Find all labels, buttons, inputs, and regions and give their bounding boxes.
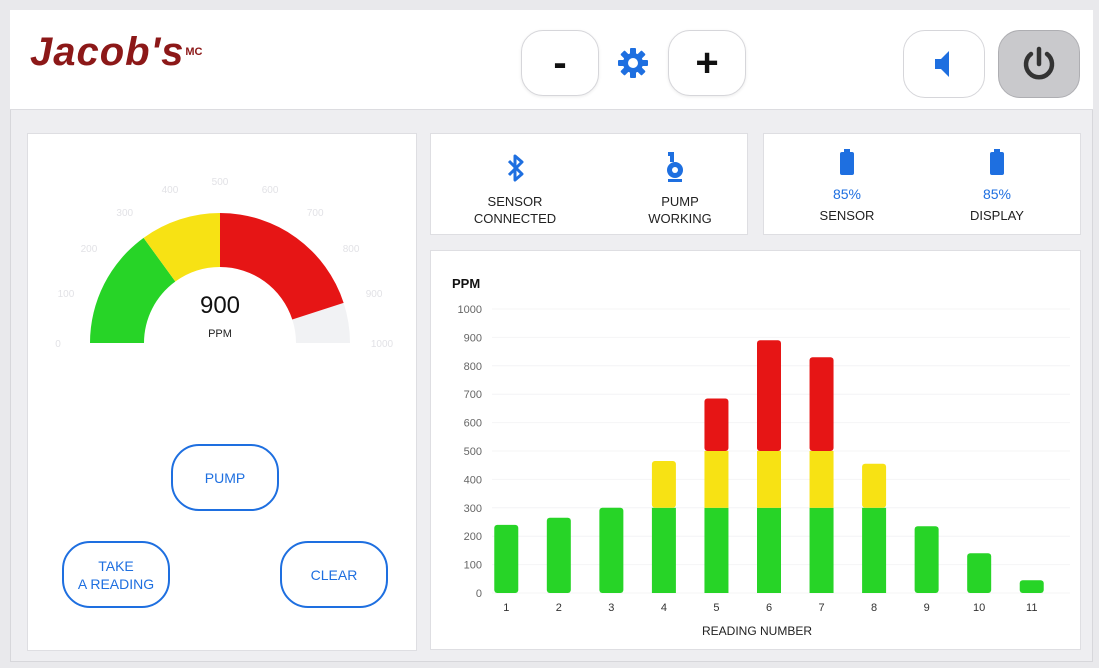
- increase-label: +: [695, 40, 719, 85]
- chart-bar-segment: [757, 507, 781, 593]
- chart-x-tick: 3: [608, 602, 614, 614]
- gauge-scale-label: 100: [58, 289, 75, 300]
- gauge-scale-label: 900: [366, 289, 383, 300]
- chart-x-tick: 2: [556, 602, 562, 614]
- gauge-scale-label: 1000: [371, 339, 394, 350]
- chart-bar-segment: [914, 526, 939, 593]
- chart-bar-segment: [494, 524, 519, 593]
- chart-y-tick: 100: [464, 560, 482, 572]
- power-button[interactable]: [998, 30, 1080, 98]
- pump-button[interactable]: PUMP: [171, 444, 279, 511]
- chart-x-tick: 10: [973, 602, 985, 614]
- gauge-scale-label: 500: [212, 177, 229, 188]
- chart-bar-segment: [704, 398, 729, 451]
- sound-button[interactable]: [903, 30, 985, 98]
- chart-y-tick: 500: [464, 446, 482, 458]
- clear-button[interactable]: CLEAR: [280, 541, 388, 608]
- brand-logo: Jacob'sMC: [30, 30, 202, 75]
- increase-button[interactable]: +: [668, 30, 746, 96]
- ppm-bar-chart: PPM 0 100 200 300 400 500 600 700 800 900 1000 1 2 3…: [452, 276, 1070, 638]
- chart-y-tick: 600: [464, 418, 482, 430]
- chart-x-tick: 5: [713, 602, 719, 614]
- chart-bar-segment: [862, 463, 887, 508]
- chart-y-label: PPM: [452, 276, 480, 291]
- sensor-status-line1: SENSOR: [487, 194, 543, 209]
- gauge-scale-label: 800: [343, 244, 360, 255]
- chart-x-tick: 1: [503, 602, 509, 614]
- chart-bar-segment: [651, 507, 676, 593]
- sensor-battery-icon: [840, 149, 854, 175]
- chart-x-tick: 11: [1026, 602, 1037, 614]
- display-battery: 85% DISPLAY: [937, 186, 1057, 224]
- gauge-scale-label: 400: [162, 185, 179, 196]
- chart-x-tick: 8: [871, 602, 877, 614]
- bluetooth-icon: [507, 154, 524, 182]
- sensor-battery: 85% SENSOR: [787, 186, 907, 224]
- chart-bar-segment: [809, 507, 834, 593]
- chart-y-tick: 800: [464, 361, 482, 373]
- gauge-value: 900: [199, 292, 241, 319]
- clear-button-label: CLEAR: [310, 566, 358, 583]
- speaker-icon: [935, 51, 949, 77]
- pump-button-label: PUMP: [204, 469, 246, 486]
- gauge-unit: PPM: [208, 328, 232, 340]
- chart-bar-segment: [704, 451, 729, 508]
- chart-y-tick: 700: [464, 389, 482, 401]
- gear-icon[interactable]: [616, 46, 650, 80]
- chart-x-tick: 4: [661, 602, 667, 614]
- gauge-scale-label: 0: [55, 339, 61, 350]
- chart-x-label: READING NUMBER: [702, 624, 812, 638]
- chart-x-tick: 9: [924, 602, 930, 614]
- chart-bar-segment: [757, 451, 781, 508]
- chart-bar-segment: [862, 507, 887, 593]
- gauge-scale-label: 700: [307, 208, 324, 219]
- chart-y-tick: 400: [464, 474, 482, 486]
- display-battery-label: DISPLAY: [970, 208, 1024, 223]
- sensor-status: SENSOR CONNECTED: [455, 193, 575, 227]
- chart-x-tick: 7: [818, 602, 824, 614]
- chart-bar-segment: [757, 340, 781, 451]
- take-reading-label: TAKE A READING: [77, 557, 155, 592]
- chart-bar-segment: [651, 460, 676, 508]
- chart-y-tick: 300: [464, 503, 482, 515]
- display-battery-pct: 85%: [982, 186, 1012, 202]
- pump-status: PUMP WORKING: [620, 193, 740, 227]
- chart-bar-segment: [599, 507, 624, 593]
- sensor-battery-pct: 85%: [832, 186, 862, 202]
- gauge-scale-label: 200: [81, 244, 98, 255]
- brand-name: Jacob's: [30, 30, 185, 74]
- gauge-scale-label: 600: [262, 185, 279, 196]
- decrease-label: -: [553, 40, 567, 85]
- sensor-status-line2: CONNECTED: [473, 211, 557, 226]
- chart-bar-segment: [809, 451, 834, 508]
- decrease-button[interactable]: -: [521, 30, 599, 96]
- chart-y-tick: 0: [476, 588, 482, 600]
- chart-x-tick: 6: [766, 602, 772, 614]
- pump-status-line2: WORKING: [648, 211, 712, 226]
- take-reading-button[interactable]: TAKE A READING: [62, 541, 170, 608]
- chart-bar-segment: [1019, 580, 1044, 593]
- power-icon: [1023, 46, 1055, 80]
- ppm-gauge: 0 100 200 300 400 500 600 700 800 900 1000: [55, 177, 394, 350]
- chart-bar-segment: [704, 507, 729, 593]
- gauge-scale-label: 300: [116, 208, 133, 219]
- chart-bar-segment: [809, 357, 834, 451]
- chart-y-tick: 200: [464, 531, 482, 543]
- pump-status-line1: PUMP: [661, 194, 699, 209]
- pump-icon: [667, 152, 683, 182]
- sensor-battery-label: SENSOR: [819, 208, 875, 223]
- chart-y-tick: 900: [464, 332, 482, 344]
- chart-bar-segment: [546, 517, 571, 593]
- display-battery-icon: [990, 149, 1004, 175]
- chart-y-tick: 1000: [458, 304, 482, 316]
- brand-suffix: MC: [185, 46, 203, 58]
- chart-bar-segment: [967, 553, 992, 593]
